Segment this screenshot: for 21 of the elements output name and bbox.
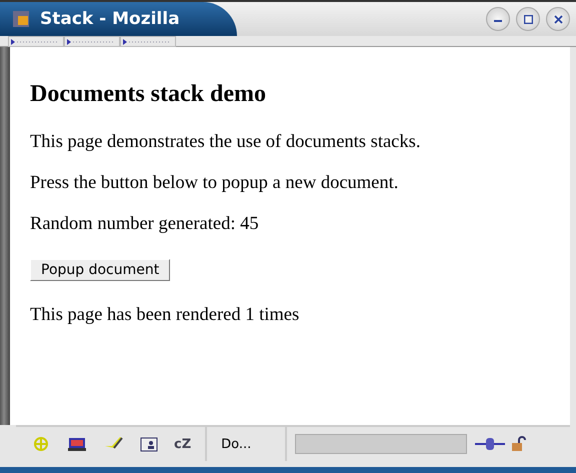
address-book-icon[interactable] <box>138 436 160 452</box>
close-button[interactable] <box>546 7 570 31</box>
maximize-button[interactable] <box>516 7 540 31</box>
padlock-icon <box>511 436 528 452</box>
connection-icon <box>475 437 506 451</box>
status-text: Do... <box>207 427 288 461</box>
page-heading: Documents stack demo <box>30 81 267 108</box>
paragraph: This page has been rendered 1 times <box>30 305 300 326</box>
component-label[interactable]: cZ <box>174 436 192 452</box>
paragraph: Press the button below to popup a new document. <box>30 173 400 194</box>
paragraph: This page demonstrates the use of documents stacks. <box>30 132 422 153</box>
minimize-button[interactable] <box>486 7 510 31</box>
grippy-icon[interactable] <box>67 38 113 44</box>
grippy-icon[interactable] <box>11 38 57 44</box>
paragraph: Random number generated: 45 <box>30 214 260 235</box>
grippy-icon[interactable] <box>123 38 169 44</box>
close-icon <box>554 14 562 24</box>
maximize-icon <box>524 14 532 24</box>
popup-button[interactable]: Popup document <box>30 259 170 281</box>
app-icon <box>12 10 30 28</box>
window-title: Stack - Mozilla <box>40 9 180 29</box>
